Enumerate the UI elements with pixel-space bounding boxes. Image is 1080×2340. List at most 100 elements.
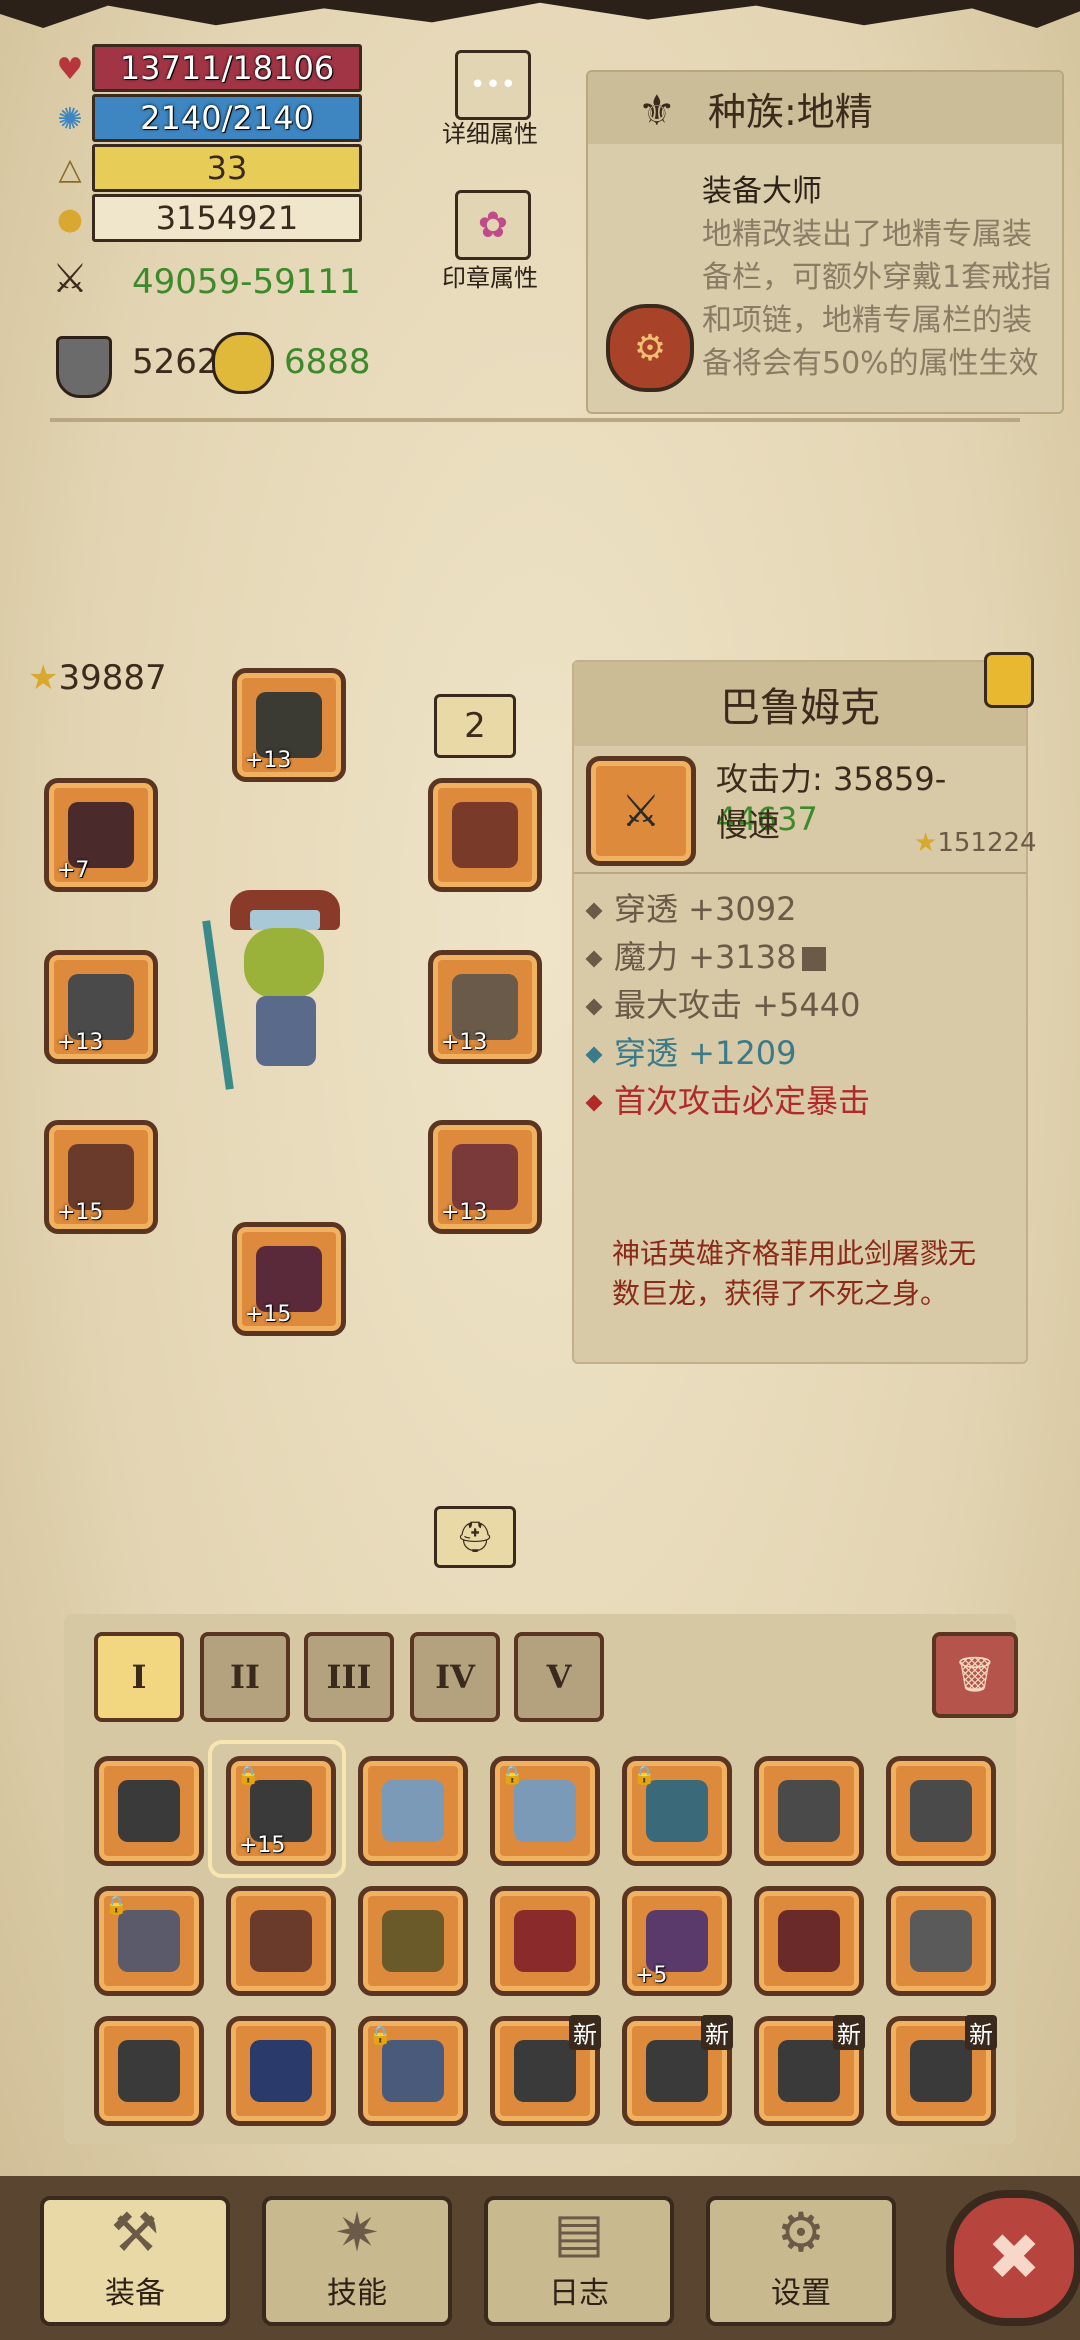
item-detail-panel: 巴鲁姆克 ⚔ 攻击力: 35859-44637 慢速 ★151224 穿透 +3…	[572, 652, 1037, 1364]
tab-bag-3-label: III	[326, 1658, 372, 1696]
inventory-slot[interactable]	[226, 2016, 336, 2126]
weapon-slot[interactable]: +13	[44, 950, 158, 1064]
race-skill-description: 地精改装出了地精专属装备栏，可额外穿戴1套戒指和项链，地精专属栏的装备将会有50…	[702, 217, 1052, 381]
inventory-slot[interactable]	[358, 1886, 468, 1996]
spiked-mace-icon	[778, 1780, 840, 1842]
trash-button[interactable]: 🗑	[932, 1632, 1018, 1718]
item-attr-1: 穿透 +3092	[585, 884, 797, 930]
nav-log-button[interactable]: ▤ 日志	[484, 2196, 674, 2326]
inventory-slot[interactable]: +5	[622, 1886, 732, 1996]
detail-attributes-button[interactable]: •••	[455, 50, 531, 120]
detail-attributes-label[interactable]: 详细属性	[420, 114, 560, 149]
helmet-slot[interactable]: +13	[232, 668, 346, 782]
inventory-slot[interactable]	[886, 1886, 996, 1996]
lock-icon[interactable]	[984, 652, 1034, 708]
lock-icon: 🔒	[369, 2025, 392, 2046]
pants-enhance-level: +13	[441, 1200, 488, 1225]
inventory-slot[interactable]	[754, 1886, 864, 1996]
star-icon: ★	[914, 828, 938, 858]
amulet-slot[interactable]	[428, 778, 542, 892]
tab-bag-2[interactable]: II	[200, 1632, 290, 1722]
new-badge: 新	[965, 2015, 997, 2050]
inventory-slot[interactable]: +15 🔒	[226, 1756, 336, 1866]
armor-slot[interactable]: +13	[428, 950, 542, 1064]
seal-attributes-label[interactable]: 印章属性	[420, 258, 560, 293]
nav-skill-label: 技能	[327, 2276, 387, 2311]
equipment-set-number: 2	[464, 706, 486, 746]
item-attack-label: 攻击力:	[716, 760, 833, 798]
item-attack-sep: -	[934, 760, 947, 798]
inventory-slot[interactable]	[94, 2016, 204, 2126]
character-tiara	[250, 910, 320, 930]
toggle-helmet-button[interactable]: ⛑	[434, 1506, 516, 1568]
race-title: 种族:地精	[708, 89, 873, 134]
equipment-set-button[interactable]: 2	[434, 694, 516, 758]
seal-attributes-button[interactable]: ✿	[455, 190, 531, 260]
tab-bag-3[interactable]: III	[304, 1632, 394, 1722]
new-badge: 新	[701, 2015, 733, 2050]
inventory-slot[interactable]	[754, 1756, 864, 1866]
inventory-slot[interactable]	[490, 1886, 600, 1996]
inventory-slot[interactable]: 新	[490, 2015, 601, 2126]
tab-bag-4[interactable]: IV	[410, 1632, 500, 1722]
inventory-slot[interactable]: 🔒	[358, 2016, 468, 2126]
item-speed: 慢速	[716, 806, 781, 844]
plague-mask-icon	[250, 1910, 312, 1972]
inventory-slot[interactable]: 🔒	[490, 1756, 600, 1866]
horned-helm-icon	[910, 1910, 972, 1972]
inventory-slot[interactable]	[358, 1756, 468, 1866]
heart-icon: ♥	[56, 51, 84, 87]
level-value: 33	[206, 149, 248, 187]
item-score-value: 151224	[937, 828, 1037, 858]
inventory-slot[interactable]: 新	[886, 2015, 997, 2126]
item-lore: 神话英雄齐格菲用此剑屠戮无数巨龙，获得了不死之身。	[612, 1237, 977, 1310]
item-bonus-attr: 穿透 +1209	[585, 1028, 796, 1074]
greatsword-icon: ⚔	[621, 785, 661, 837]
item-attr-1-text: 穿透 +3092	[614, 890, 797, 928]
level-row: △	[50, 146, 90, 192]
inventory-slot[interactable]	[226, 1886, 336, 1996]
gloves-enhance-level: +15	[57, 1200, 104, 1225]
staff-icon	[646, 1780, 708, 1842]
inventory-slot[interactable]	[886, 1756, 996, 1866]
goblin-race-icon: ⚜	[638, 86, 676, 135]
shoulder-slot[interactable]: +7	[44, 778, 158, 892]
boots-slot[interactable]: +15	[232, 1222, 346, 1336]
inventory-slot[interactable]	[94, 1756, 204, 1866]
close-icon: ✖	[987, 2221, 1041, 2295]
attack-min: 49059	[132, 262, 241, 302]
lock-icon: 🔒	[633, 1765, 656, 1786]
lock-icon: 🔒	[105, 1895, 128, 1916]
arrow-up-icon	[802, 947, 827, 971]
tab-bag-1[interactable]: I	[94, 1632, 184, 1722]
close-button[interactable]: ✖	[946, 2190, 1080, 2326]
trash-icon: 🗑	[953, 1655, 997, 1695]
inventory-slot[interactable]: 🔒	[622, 1756, 732, 1866]
inventory-slot[interactable]: 🔒	[94, 1886, 204, 1996]
lock-icon: 🔒	[501, 1765, 524, 1786]
hp-value: 13711/18106	[119, 49, 335, 87]
nav-equip-button[interactable]: ⚒ 装备	[40, 2196, 230, 2326]
tab-bag-4-label: IV	[435, 1658, 475, 1696]
attack-range: 49059-59111	[132, 262, 361, 302]
nav-skill-button[interactable]: ✷ 技能	[262, 2196, 452, 2326]
gloves-slot[interactable]: +15	[44, 1120, 158, 1234]
unknown-armor-icon	[514, 2040, 576, 2102]
inventory-slot[interactable]: 新	[622, 2015, 733, 2126]
equipment-master-skill-icon: ⚙	[606, 304, 694, 392]
new-badge: 新	[569, 2015, 601, 2050]
lock-icon: 🔒	[237, 1765, 260, 1786]
winged-ring-icon	[382, 1780, 444, 1842]
viking-helmet-icon: ⛑	[455, 1519, 495, 1555]
character-body	[256, 996, 316, 1066]
winged-crown-icon	[382, 2040, 444, 2102]
tab-bag-5[interactable]: V	[514, 1632, 604, 1722]
pants-slot[interactable]: +13	[428, 1120, 542, 1234]
nav-log-label: 日志	[549, 2276, 609, 2311]
inventory-slot[interactable]: 新	[754, 2015, 865, 2126]
flower-seal-icon: ✿	[477, 204, 509, 246]
axe-icon: ⚒	[110, 2201, 160, 2264]
item-score: ★151224	[914, 828, 1037, 858]
nav-settings-button[interactable]: ⚙ 设置	[706, 2196, 896, 2326]
armor-value: 5262	[132, 342, 219, 382]
